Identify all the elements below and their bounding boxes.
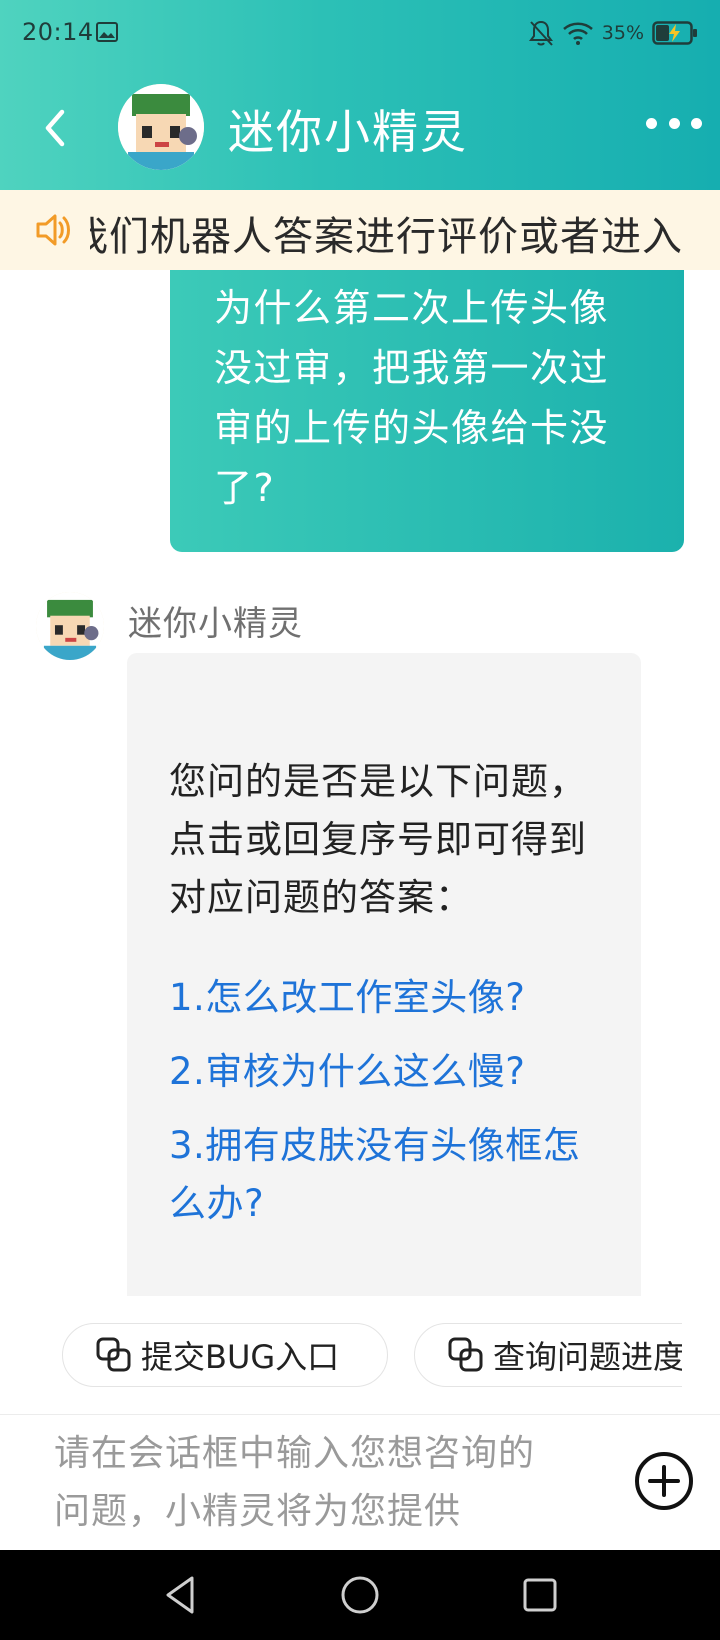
bot-name: 迷你小精灵 (128, 604, 303, 644)
link-icon (96, 1337, 131, 1372)
input-bar: 请在会话框中输入您想咨询的问题，小精灵将为您提供 (0, 1414, 720, 1550)
quick-actions-bar[interactable]: 提交BUG入口 查询问题进度 (0, 1296, 720, 1414)
quick-action-label: 提交BUG入口 (141, 1338, 340, 1376)
notice-bar[interactable]: 我们机器人答案进行评价或者进入 (0, 190, 720, 270)
chat-area[interactable]: 为什么第二次上传头像没过审，把我第一次过审的上传的头像给卡没了? 迷你小精灵 您… (0, 270, 720, 1296)
bot-avatar[interactable] (36, 592, 104, 660)
scroll-edge (682, 1316, 720, 1396)
gallery-icon (96, 22, 118, 42)
message-input[interactable]: 请在会话框中输入您想咨询的问题，小精灵将为您提供 (54, 1425, 554, 1545)
dot (668, 117, 680, 129)
sprite-avatar-icon (118, 84, 204, 170)
bot-option-link[interactable]: 2.审核为什么这么慢? (169, 1043, 601, 1101)
link-icon (448, 1337, 483, 1372)
avatar[interactable] (118, 84, 204, 170)
sprite-avatar-icon (36, 592, 104, 660)
home-circle-icon[interactable] (337, 1572, 383, 1618)
battery-percent: 35% (601, 22, 644, 44)
system-nav-bar (0, 1550, 720, 1640)
bot-message-text: 您问的是否是以下问题，点击或回复序号即可得到对应问题的答案： (169, 760, 587, 919)
app-header: 20:14 35% 迷你小精灵 (0, 0, 720, 190)
status-icons: 35% (528, 18, 698, 48)
recents-square-icon[interactable] (517, 1572, 563, 1618)
mute-bell-icon (528, 20, 553, 46)
add-button[interactable] (634, 1451, 694, 1511)
more-dots-icon[interactable] (646, 108, 702, 138)
bot-option-link[interactable]: 1.怎么改工作室头像? (169, 969, 601, 1027)
query-progress-button[interactable]: 查询问题进度 (414, 1323, 720, 1387)
battery-charging-icon (652, 21, 697, 45)
quick-action-label: 查询问题进度 (493, 1338, 686, 1376)
chevron-left-icon (45, 109, 65, 147)
speaker-icon (36, 214, 70, 246)
bot-message-bubble: 您问的是否是以下问题，点击或回复序号即可得到对应问题的答案： 1.怎么改工作室头… (127, 653, 641, 1296)
user-message-bubble[interactable]: 为什么第二次上传头像没过审，把我第一次过审的上传的头像给卡没了? (170, 270, 684, 552)
dot (646, 117, 657, 129)
back-triangle-icon[interactable] (158, 1572, 204, 1618)
back-button[interactable] (30, 100, 80, 156)
wifi-icon (562, 22, 593, 45)
bot-option-link[interactable]: 3.拥有皮肤没有头像框怎么办? (169, 1117, 601, 1233)
user-message-text: 为什么第二次上传头像没过审，把我第一次过审的上传的头像给卡没了? (214, 286, 610, 510)
status-bar: 20:14 35% (0, 0, 720, 66)
notice-text: 我们机器人答案进行评价或者进入 (90, 214, 683, 260)
notice-marquee: 我们机器人答案进行评价或者进入 (90, 190, 720, 270)
chat-title: 迷你小精灵 (228, 105, 468, 159)
bot-options-list: 1.怎么改工作室头像? 2.审核为什么这么慢? 3.拥有皮肤没有头像框怎么办? (169, 969, 601, 1233)
plus-circle-icon (635, 1452, 693, 1510)
status-time: 20:14 (22, 18, 94, 46)
submit-bug-button[interactable]: 提交BUG入口 (62, 1323, 388, 1387)
dot (691, 117, 702, 129)
